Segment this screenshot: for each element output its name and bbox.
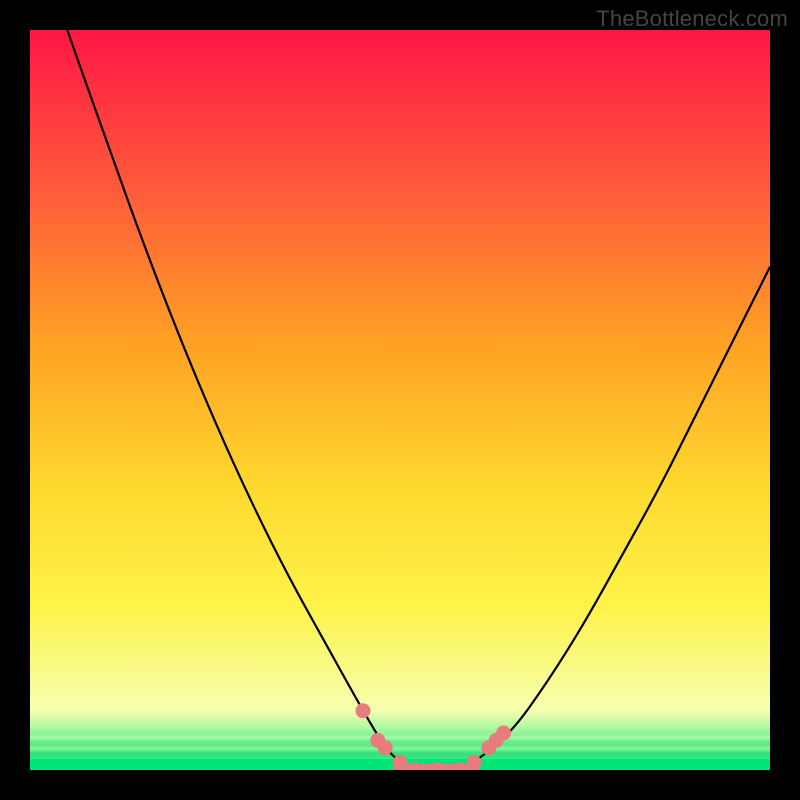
stripe — [30, 741, 770, 745]
plot-area — [30, 30, 770, 770]
curve-marker — [496, 726, 511, 741]
curve-marker — [378, 740, 393, 755]
watermark-text: TheBottleneck.com — [596, 6, 788, 32]
chart-frame: TheBottleneck.com — [0, 0, 800, 800]
curve-marker — [356, 703, 371, 718]
bottleneck-chart-svg — [30, 30, 770, 770]
gradient-background — [30, 30, 770, 770]
curve-marker — [467, 755, 482, 770]
stripe — [30, 747, 770, 750]
stripe — [30, 730, 770, 734]
stripe — [30, 736, 770, 739]
curve-marker — [393, 755, 408, 770]
